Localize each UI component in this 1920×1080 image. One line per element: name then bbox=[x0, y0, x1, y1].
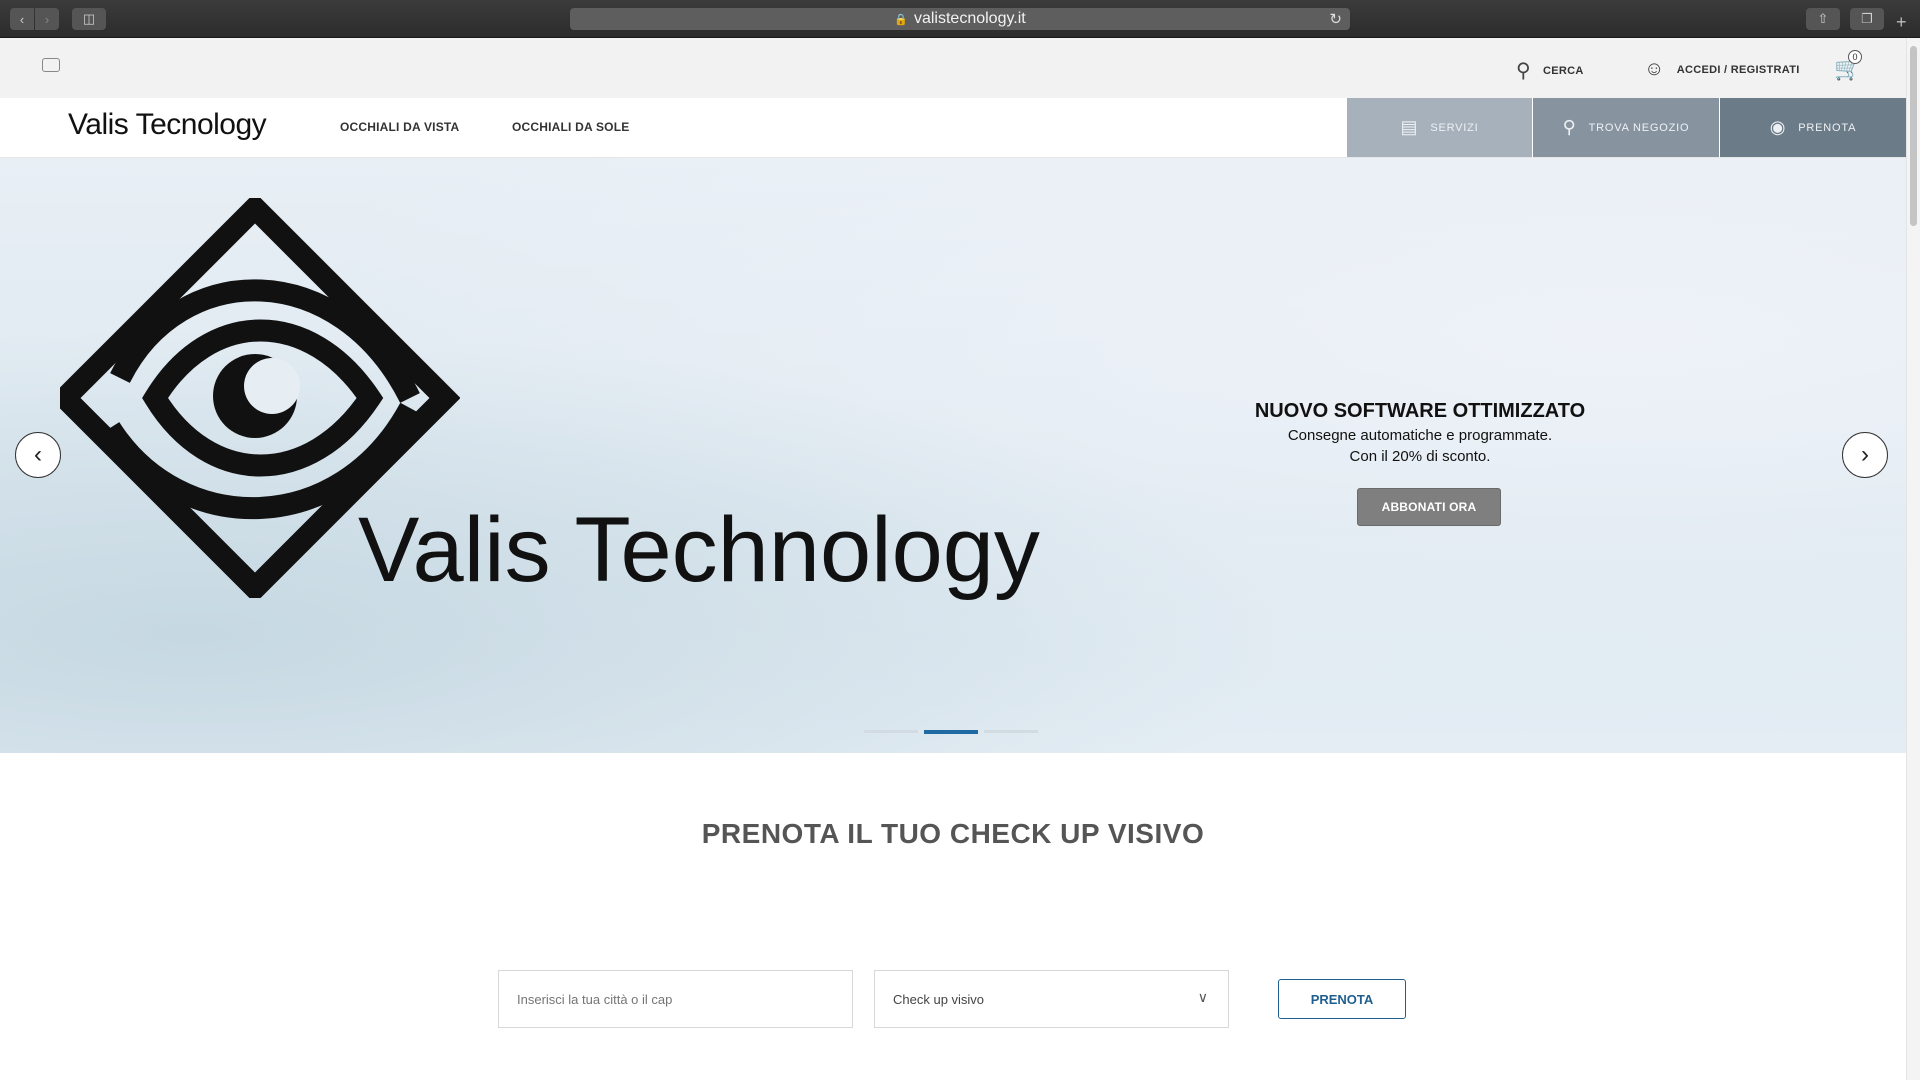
nav-tile-servizi-label: SERVIZI bbox=[1430, 121, 1479, 134]
hero-line-2: Con il 20% di sconto. bbox=[1349, 448, 1491, 465]
eye-icon: ◉ bbox=[1769, 117, 1787, 137]
search-label: CERCA bbox=[1542, 64, 1584, 77]
chevron-right-icon: › bbox=[44, 11, 50, 27]
tabs-icon: ❐ bbox=[1861, 11, 1873, 26]
hero-title: NUOVO SOFTWARE OTTIMIZZATO bbox=[1254, 400, 1586, 422]
nav-tile-trova-negozio[interactable]: ⚲ TROVA NEGOZIO bbox=[1533, 98, 1719, 157]
search-icon: ⚲ bbox=[1516, 60, 1531, 82]
lock-icon: 🔒 bbox=[894, 13, 908, 26]
hero-carousel: Valis Technology NUOVO SOFTWARE OTTIMIZZ… bbox=[0, 158, 1906, 753]
cart-count-badge: 0 bbox=[1848, 50, 1862, 64]
sidebar-toggle-button[interactable]: ◫ bbox=[72, 8, 106, 30]
map-pin-icon: ⚲ bbox=[1562, 117, 1577, 137]
address-bar[interactable]: 🔒 valistecnology.it ↻ bbox=[570, 8, 1350, 30]
subscribe-button[interactable]: ABBONATI ORA bbox=[1357, 488, 1501, 526]
carousel-dot-3[interactable] bbox=[984, 730, 1038, 733]
chat-icon[interactable] bbox=[42, 58, 60, 72]
chevron-left-icon: ‹ bbox=[34, 441, 42, 468]
account-label: ACCEDI / REGISTRATI bbox=[1676, 63, 1800, 76]
chevron-right-icon: › bbox=[1861, 441, 1869, 468]
account-link[interactable]: ☺ ACCEDI / REGISTRATI bbox=[1644, 58, 1800, 81]
utility-bar: ⚲ CERCA ☺ ACCEDI / REGISTRATI 🛒 0 bbox=[0, 38, 1906, 98]
chevron-down-icon: ∨ bbox=[1197, 989, 1208, 1005]
browser-toolbar: ‹ › ◫ 🔒 valistecnology.it ↻ ⇧ ❐ + bbox=[0, 0, 1920, 38]
document-icon: ▤ bbox=[1400, 117, 1419, 137]
city-field[interactable] bbox=[498, 970, 853, 1028]
search-link[interactable]: ⚲ CERCA bbox=[1516, 58, 1584, 83]
reload-icon[interactable]: ↻ bbox=[1329, 10, 1342, 28]
page-scrollbar[interactable] bbox=[1906, 38, 1920, 1080]
site-logo[interactable]: Valis Tecnology bbox=[68, 108, 267, 142]
carousel-prev-button[interactable]: ‹ bbox=[15, 432, 61, 478]
chevron-left-icon: ‹ bbox=[19, 11, 25, 27]
main-nav: Valis Tecnology OCCHIALI DA VISTA OCCHIA… bbox=[0, 98, 1906, 158]
city-input[interactable] bbox=[517, 991, 852, 1007]
booking-title: PRENOTA IL TUO CHECK UP VISIVO bbox=[701, 818, 1205, 849]
nav-tile-trova-label: TROVA NEGOZIO bbox=[1588, 121, 1690, 134]
cart-button[interactable]: 🛒 0 bbox=[1834, 50, 1862, 82]
url-text: valistecnology.it bbox=[913, 10, 1026, 27]
nav-occhiali-da-vista[interactable]: OCCHIALI DA VISTA bbox=[340, 120, 459, 134]
new-tab-icon[interactable]: + bbox=[1896, 12, 1907, 33]
tabs-overview-button[interactable]: ❐ bbox=[1850, 8, 1884, 30]
nav-occhiali-da-sole[interactable]: OCCHIALI DA SOLE bbox=[512, 120, 629, 134]
back-button[interactable]: ‹ bbox=[10, 8, 34, 30]
carousel-indicators bbox=[864, 730, 1038, 734]
carousel-next-button[interactable]: › bbox=[1842, 432, 1888, 478]
book-button[interactable]: PRENOTA bbox=[1278, 979, 1406, 1019]
hero-brand-text: Valis Technology bbox=[358, 499, 1040, 601]
sidebar-icon: ◫ bbox=[82, 11, 96, 26]
user-icon: ☺ bbox=[1644, 58, 1665, 80]
nav-tile-prenota[interactable]: ◉ PRENOTA bbox=[1720, 98, 1906, 157]
share-icon: ⇧ bbox=[1817, 11, 1829, 26]
nav-tile-prenota-label: PRENOTA bbox=[1798, 121, 1857, 134]
service-select[interactable]: Check up visivo ∨ bbox=[874, 970, 1229, 1028]
share-button[interactable]: ⇧ bbox=[1806, 8, 1840, 30]
carousel-dot-2[interactable] bbox=[924, 730, 978, 734]
hero-line-1: Consegne automatiche e programmate. bbox=[1287, 427, 1553, 444]
service-select-value: Check up visivo bbox=[893, 991, 985, 1007]
scrollbar-thumb[interactable] bbox=[1910, 46, 1917, 226]
nav-tile-servizi[interactable]: ▤ SERVIZI bbox=[1347, 98, 1532, 157]
carousel-dot-1[interactable] bbox=[864, 730, 918, 733]
hero-promo: NUOVO SOFTWARE OTTIMIZZATO Consegne auto… bbox=[1220, 400, 1620, 465]
forward-button[interactable]: › bbox=[35, 8, 59, 30]
